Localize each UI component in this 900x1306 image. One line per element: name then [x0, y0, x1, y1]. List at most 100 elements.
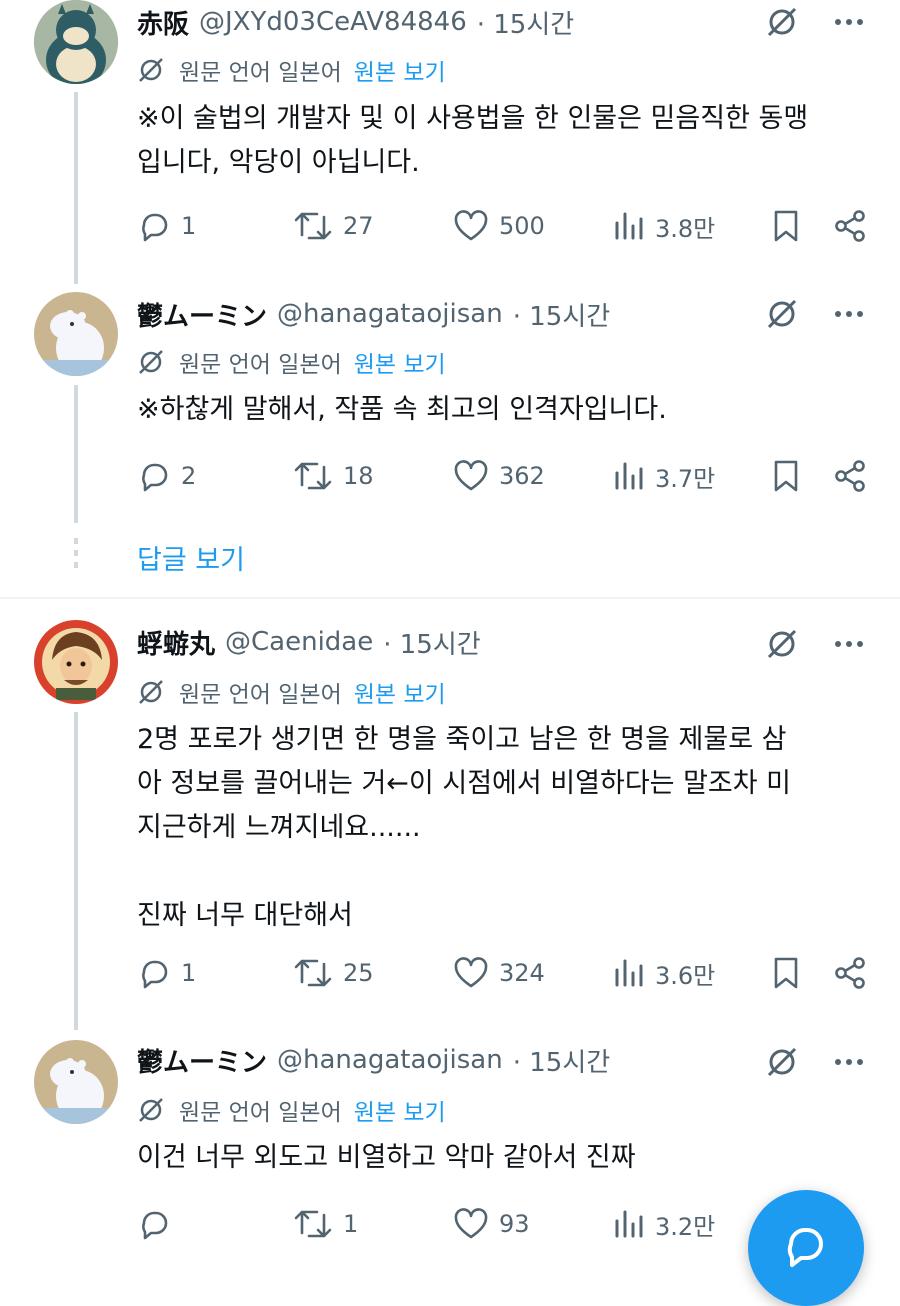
views-icon — [615, 1210, 643, 1238]
timestamp[interactable]: · 15시간 — [477, 4, 574, 41]
compose-reply-button[interactable] — [748, 1190, 864, 1306]
header-icons — [764, 292, 864, 336]
share-button[interactable] — [833, 456, 877, 496]
bookmark-button[interactable] — [771, 953, 811, 993]
view-original-link[interactable]: 원본 보기 — [354, 675, 446, 709]
timestamp[interactable]: · 15시간 — [513, 296, 610, 333]
reply-icon — [142, 1211, 168, 1240]
reply-button[interactable] — [137, 1204, 181, 1244]
display-name[interactable]: 蜉蝣丸 — [137, 624, 215, 661]
tweet-text: 이건 너무 외도고 비열하고 악마 같아서 진짜 — [137, 1142, 636, 1173]
views-icon — [615, 212, 643, 240]
like-count: 93 — [499, 1210, 530, 1238]
translate-icon — [137, 348, 165, 376]
translate-icon — [137, 1096, 165, 1124]
reply-icon — [142, 463, 168, 492]
translate-icon — [137, 678, 165, 706]
view-original-link[interactable]: 원본 보기 — [354, 1093, 446, 1127]
display-name[interactable]: 赤阪 — [137, 4, 189, 41]
views-button[interactable]: 3.7만 — [613, 456, 715, 496]
handle[interactable]: @hanagataojisan — [277, 299, 503, 329]
like-button[interactable]: 324 — [453, 953, 545, 993]
translation-label: 원문 언어 일본어 — [179, 60, 342, 86]
grok-icon[interactable] — [764, 4, 800, 40]
retweet-count: 25 — [343, 959, 374, 987]
translation-bar: 원문 언어 일본어 원본 보기 — [137, 672, 446, 712]
avatar[interactable] — [34, 292, 118, 376]
translation-label: 원문 언어 일본어 — [179, 682, 342, 708]
retweet-button[interactable]: 1 — [293, 1204, 358, 1244]
tweet-actions: 1 27 500 3.8만 — [137, 206, 870, 246]
reply-button[interactable]: 1 — [137, 953, 196, 993]
grok-icon[interactable] — [764, 626, 800, 662]
view-original-link[interactable]: 원본 보기 — [354, 345, 446, 379]
handle[interactable]: @JXYd03CeAV84846 — [199, 7, 467, 37]
snorlax-avatar-image — [34, 0, 118, 84]
share-button[interactable] — [833, 206, 877, 246]
grok-icon[interactable] — [764, 296, 800, 332]
moomin-avatar-image — [34, 292, 118, 376]
divider — [0, 597, 900, 599]
retweet-icon — [294, 212, 332, 240]
views-button[interactable]: 3.8만 — [613, 206, 715, 246]
heart-icon — [454, 210, 488, 241]
tweet-actions: 2 18 362 3.7만 — [137, 456, 870, 496]
thread-dots — [74, 538, 78, 568]
reply-icon — [142, 213, 168, 242]
views-icon — [615, 462, 643, 490]
reply-button[interactable]: 1 — [137, 206, 196, 246]
like-button[interactable]: 93 — [453, 1204, 530, 1244]
retweet-button[interactable]: 25 — [293, 953, 374, 993]
tweet-header: 鬱ムーミン @hanagataojisan · 15시간 — [137, 1038, 610, 1082]
bookmark-button[interactable] — [771, 206, 811, 246]
like-count: 324 — [499, 959, 545, 987]
thread-line — [74, 92, 78, 284]
more-icon[interactable] — [834, 1057, 864, 1067]
translation-bar: 원문 언어 일본어 원본 보기 — [137, 1090, 446, 1130]
retweet-count: 27 — [343, 212, 374, 240]
avatar[interactable] — [34, 620, 118, 704]
avatar[interactable] — [34, 0, 118, 84]
handle[interactable]: @Caenidae — [225, 627, 373, 657]
view-count: 3.6만 — [655, 961, 716, 990]
views-button[interactable]: 3.6만 — [613, 953, 715, 993]
share-icon — [835, 460, 865, 492]
retweet-button[interactable]: 18 — [293, 456, 374, 496]
views-button[interactable]: 3.2만 — [613, 1204, 715, 1244]
handle[interactable]: @hanagataojisan — [277, 1045, 503, 1075]
view-original-link[interactable]: 원본 보기 — [354, 53, 446, 87]
retweet-count: 1 — [343, 1210, 359, 1238]
grok-icon[interactable] — [764, 1044, 800, 1080]
reply-count: 2 — [181, 462, 197, 490]
timestamp[interactable]: · 15시간 — [383, 624, 480, 661]
avatar[interactable] — [34, 1040, 118, 1124]
reply-button[interactable]: 2 — [137, 456, 196, 496]
show-replies-link[interactable]: 답글 보기 — [137, 538, 245, 577]
retweet-icon — [294, 959, 332, 987]
reply-count: 1 — [181, 212, 197, 240]
header-icons — [764, 622, 864, 666]
bookmark-button[interactable] — [771, 456, 811, 496]
retweet-icon — [294, 462, 332, 490]
share-button[interactable] — [833, 953, 877, 993]
bookmark-icon — [774, 210, 798, 242]
display-name[interactable]: 鬱ムーミン — [137, 296, 267, 333]
translation-bar: 원문 언어 일본어 원본 보기 — [137, 50, 446, 90]
moomin-avatar-image — [34, 1040, 118, 1124]
views-icon — [615, 959, 643, 987]
heart-icon — [454, 460, 488, 491]
reply-bubble-icon — [787, 1228, 823, 1267]
retweet-button[interactable]: 27 — [293, 206, 374, 246]
more-icon[interactable] — [834, 639, 864, 649]
share-icon — [835, 210, 865, 242]
display-name[interactable]: 鬱ムーミン — [137, 1042, 267, 1079]
view-count: 3.8만 — [655, 214, 716, 243]
like-button[interactable]: 362 — [453, 456, 545, 496]
timestamp[interactable]: · 15시간 — [513, 1042, 610, 1079]
reply-icon — [142, 960, 168, 989]
more-icon[interactable] — [834, 17, 864, 27]
more-icon[interactable] — [834, 309, 864, 319]
view-count: 3.2만 — [655, 1212, 716, 1241]
like-button[interactable]: 500 — [453, 206, 545, 246]
header-icons — [764, 0, 864, 44]
